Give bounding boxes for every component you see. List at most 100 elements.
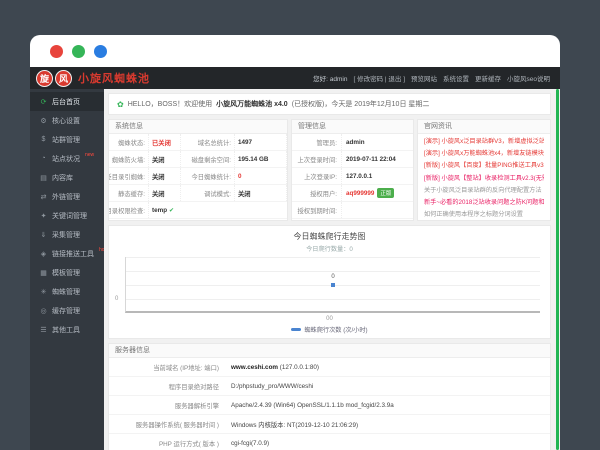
nav-seo-help[interactable]: 小旋风seo说明 (507, 73, 550, 83)
row-value: 127.0.0.1 (342, 173, 413, 180)
sidebar-item-label: 站群管理 (52, 135, 80, 145)
server-info-table: 当前域名 (IP地址: 端口) www.ceshi.com (127.0.0.1… (109, 358, 550, 450)
row-label: 调试模式: (181, 185, 235, 201)
row-value: 关闭 (149, 168, 181, 184)
row-label: 当前域名 (IP地址: 端口) (109, 363, 227, 372)
sidebar-item-label: 内容库 (52, 173, 73, 183)
status-chart-icon: ◔ (39, 155, 48, 162)
new-badge: new (85, 152, 94, 158)
legend-label: 蜘蛛爬行次数 (次/小时) (304, 325, 367, 334)
news-link[interactable]: 关于小旋风泛目录站群的反向代理配置方法 (424, 185, 544, 197)
sidebar-item-external-links[interactable]: ⇄ 外链管理 (30, 187, 104, 206)
spider-trend-chart: 今日蜘蛛爬行走势图 今日爬行数量：0 0 0 00 蜘蛛爬行次数 (次/小时) (108, 225, 551, 339)
sidebar-item-templates[interactable]: ▦ 模板管理 (30, 263, 104, 282)
row-label: 域名总统计: (181, 134, 235, 150)
news-link[interactable]: [新版] 小旋风【整站】收录检测工具v2.3(无需Cookie) (424, 173, 544, 185)
table-row: 上次登录IP: 127.0.0.1 (292, 168, 413, 185)
row-label: 服务器解析引擎 (109, 401, 227, 410)
link-icon: ⇄ (39, 193, 48, 201)
license-user: aq999999 (346, 190, 374, 197)
sidebar-item-label: 链接推送工具 (52, 249, 94, 259)
chart-title: 今日蜘蛛爬行走势图 (109, 231, 550, 242)
temp-dir-value: temp (152, 207, 167, 214)
window-maximize-button[interactable] (94, 45, 107, 58)
app-logo[interactable]: 旋 风 小旋风蜘蛛池 (36, 70, 150, 87)
news-link[interactable]: [演示] 小旋风x泛目录站群V3，新增虚拟泛站系统，新版模板干扰 (424, 136, 544, 148)
sidebar-item-label: 缓存管理 (52, 306, 80, 316)
table-row: 服务器操作系统( 服务器时间 ) Windows 内核版本: NT(2019-1… (109, 415, 550, 434)
row-label: 授权到期时间: (292, 202, 342, 218)
main-content: ✿ HELLO，BOSS！欢迎使用 小旋风万能蜘蛛池 x4.0 (已授权版)，今… (104, 89, 560, 450)
sidebar-item-cache[interactable]: ◎ 缓存管理 (30, 301, 104, 320)
row-label: 今日蜘蛛统计: (181, 168, 235, 184)
table-row: PHP 运行方式( 版本 ) cgi-fcgi(7.0.9) (109, 434, 550, 450)
check-icon: ✔ (169, 207, 174, 214)
row-label: 磁盘剩余空间: (181, 151, 235, 167)
row-label: 管理员: (292, 134, 342, 150)
table-row: 蜘蛛状态: 已关闭 域名总统计: 1497 (109, 134, 287, 151)
sidebar-item-keywords[interactable]: ✦ 关键词管理 (30, 206, 104, 225)
y-axis-tick: 0 (115, 296, 118, 302)
server-info-title: 服务器信息 (109, 344, 550, 358)
window-minimize-button[interactable] (72, 45, 85, 58)
admin-info-title: 管理信息 (292, 120, 413, 134)
system-info-panel: 系统信息 蜘蛛状态: 已关闭 域名总统计: 1497 蜘蛛防火墙: 关闭 (108, 119, 288, 221)
chart-legend[interactable]: 蜘蛛爬行次数 (次/小时) (109, 325, 550, 334)
news-link[interactable]: [演示] 小旋风x万能蜘蛛池x4，新增友链模块，转向MIP推送 (424, 148, 544, 160)
ip-port-value: (127.0.0.1:80) (278, 364, 319, 371)
table-row: 当前域名 (IP地址: 端口) www.ceshi.com (127.0.0.1… (109, 358, 550, 377)
tools-icon: ☰ (39, 326, 48, 334)
sidebar-item-core-settings[interactable]: ⚙ 核心设置 (30, 111, 104, 130)
news-panel: 官网资讯 [演示] 小旋风x泛目录站群V3，新增虚拟泛站系统，新版模板干扰 [演… (417, 119, 551, 221)
info-panels: 系统信息 蜘蛛状态: 已关闭 域名总统计: 1497 蜘蛛防火墙: 关闭 (108, 119, 551, 221)
sidebar-item-push-tools[interactable]: ◈ 链接推送工具 hot (30, 244, 104, 263)
admin-info-table: 管理员: admin 上次登录时间: 2019-07-11 22:04 上次登录… (292, 134, 413, 219)
sidebar-item-label: 核心设置 (52, 116, 80, 126)
sidebar-item-site-group[interactable]: $ 站群管理 (30, 130, 104, 149)
row-value: 2019-07-11 22:04 (342, 156, 413, 163)
x-axis-tick: 00 (326, 316, 333, 322)
domain-value: www.ceshi.com (231, 364, 278, 371)
window-close-button[interactable] (50, 45, 63, 58)
system-info-table: 蜘蛛状态: 已关闭 域名总统计: 1497 蜘蛛防火墙: 关闭 磁盘剩余空间: … (109, 134, 287, 219)
welcome-text-pre: HELLO，BOSS！欢迎使用 (128, 99, 212, 109)
nav-system-settings[interactable]: 系统设置 (443, 73, 469, 83)
sidebar-item-site-status[interactable]: ◔ 站点状况 new (30, 149, 104, 168)
news-link[interactable]: 如何正确使用本程序之标题分词设置 (424, 209, 544, 221)
sidebar-item-label: 采集管理 (52, 230, 80, 240)
sidebar-item-label: 关键词管理 (52, 211, 87, 221)
row-value: admin (342, 139, 413, 146)
server-info-panel: 服务器信息 当前域名 (IP地址: 端口) www.ceshi.com (127… (108, 343, 551, 450)
sidebar-item-collection[interactable]: ⇓ 采集管理 (30, 225, 104, 244)
table-row: 静态缓存: 关闭 调试模式: 关闭 (109, 185, 287, 202)
account-links[interactable]: [ 修改密码 | 退出 ] (353, 73, 405, 83)
table-row: 授权到期时间: (292, 202, 413, 219)
sidebar-item-home[interactable]: ⟳ 后台首页 (30, 92, 104, 111)
row-label: 静态缓存: (109, 185, 149, 201)
nav-refresh-cache[interactable]: 更新缓存 (475, 73, 501, 83)
user-greeting: 您好: admin (313, 73, 347, 83)
table-row: 泛目录引蜘蛛: 关闭 今日蜘蛛统计: 0 (109, 168, 287, 185)
sidebar-item-content-library[interactable]: ▤ 内容库 (30, 168, 104, 187)
table-row: 管理员: admin (292, 134, 413, 151)
cache-icon: ◎ (39, 307, 48, 315)
sidebar: ⟳ 后台首页 ⚙ 核心设置 $ 站群管理 ◔ 站点状况 new ▤ (30, 89, 104, 450)
nav-preview-site[interactable]: 预览网站 (411, 73, 437, 83)
row-value: Apache/2.4.39 (Win64) OpenSSL/1.1.1b mod… (227, 402, 550, 409)
sidebar-item-label: 模板管理 (52, 268, 80, 278)
news-link[interactable]: [新版] 小旋风【百度】批量PING推送工具v3(日推送量百万) (424, 160, 544, 172)
chart-plot-area: 0 (125, 257, 540, 313)
sidebar-item-other-tools[interactable]: ☰ 其他工具 (30, 320, 104, 339)
template-icon: ▦ (39, 269, 48, 277)
row-label: 目录权限检查: (109, 202, 149, 218)
news-link[interactable]: 新手~必看的2018泛站收录问题之防K问题和解决方法 (424, 197, 544, 209)
header-links: 您好: admin [ 修改密码 | 退出 ] 预览网站 系统设置 更新缓存 小… (313, 73, 550, 83)
row-label: 蜘蛛状态: (109, 134, 149, 150)
data-point[interactable]: 0 (331, 283, 335, 287)
page-scrollbar[interactable] (556, 89, 559, 450)
row-label: 泛目录引蜘蛛: (109, 168, 149, 184)
row-label: 上次登录时间: (292, 151, 342, 167)
sidebar-item-spiders[interactable]: ✳ 蜘蛛管理 (30, 282, 104, 301)
download-icon: ⇓ (39, 231, 48, 239)
logo-seal-icon: 旋 (36, 70, 53, 87)
